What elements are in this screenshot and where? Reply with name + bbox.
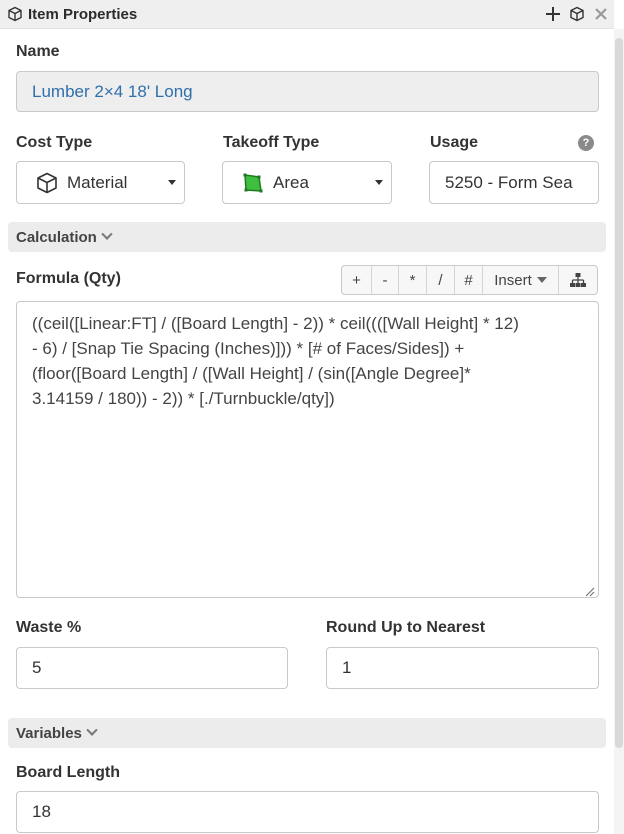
usage-label: Usage <box>430 134 479 151</box>
multiply-operator-button[interactable]: * <box>399 266 427 294</box>
calculation-label: Calculation <box>16 228 97 246</box>
variables-section-header[interactable]: Variables <box>8 718 606 748</box>
waste-field[interactable]: 5 <box>16 647 288 689</box>
scrollbar-thumb[interactable] <box>615 38 623 748</box>
chevron-down-icon <box>86 724 98 736</box>
name-label: Name <box>16 43 60 60</box>
board-length-field[interactable]: 18 <box>16 791 599 833</box>
cube-icon <box>35 171 59 195</box>
panel-header: Item Properties <box>0 0 614 29</box>
usage-field[interactable]: 5250 - Form Sea <box>429 161 599 204</box>
name-field[interactable]: Lumber 2×4 18' Long <box>16 71 599 112</box>
insert-label: Insert <box>494 271 532 289</box>
close-icon[interactable] <box>592 4 610 24</box>
chevron-down-icon <box>168 180 176 185</box>
chevron-down-icon <box>101 228 113 240</box>
round-up-label: Round Up to Nearest <box>326 619 486 636</box>
insert-dropdown-button[interactable]: Insert <box>483 266 559 294</box>
round-up-field[interactable]: 1 <box>326 647 599 689</box>
header-actions <box>544 4 610 24</box>
takeoff-type-value: Area <box>273 172 309 192</box>
plus-operator-button[interactable]: + <box>342 266 372 294</box>
chevron-down-icon <box>375 180 383 185</box>
hash-button[interactable]: # <box>455 266 483 294</box>
cost-type-label: Cost Type <box>16 134 93 151</box>
caret-down-icon <box>536 277 547 283</box>
cube-icon <box>6 5 24 23</box>
panel-title: Item Properties <box>28 5 138 23</box>
calculation-section-header[interactable]: Calculation <box>8 222 606 252</box>
cost-type-select[interactable]: Material <box>16 161 185 204</box>
formula-toolbar: + - * / # Insert <box>341 265 598 295</box>
resize-handle-icon[interactable] <box>583 584 595 597</box>
hierarchy-icon[interactable] <box>559 266 597 294</box>
minus-operator-button[interactable]: - <box>372 266 399 294</box>
cube-view-icon[interactable] <box>568 4 586 24</box>
variables-label: Variables <box>16 724 82 742</box>
formula-label: Formula (Qty) <box>16 270 121 287</box>
formula-textarea[interactable]: ((ceil([Linear:FT] / ([Board Length] - 2… <box>16 301 599 598</box>
area-polygon-icon <box>241 171 265 195</box>
waste-label: Waste % <box>16 619 82 636</box>
takeoff-type-label: Takeoff Type <box>223 134 320 151</box>
plus-icon[interactable] <box>544 4 562 24</box>
help-icon[interactable]: ? <box>578 135 594 151</box>
cost-type-value: Material <box>67 172 128 192</box>
board-length-label: Board Length <box>16 764 120 781</box>
divide-operator-button[interactable]: / <box>427 266 455 294</box>
takeoff-type-select[interactable]: Area <box>222 161 392 204</box>
